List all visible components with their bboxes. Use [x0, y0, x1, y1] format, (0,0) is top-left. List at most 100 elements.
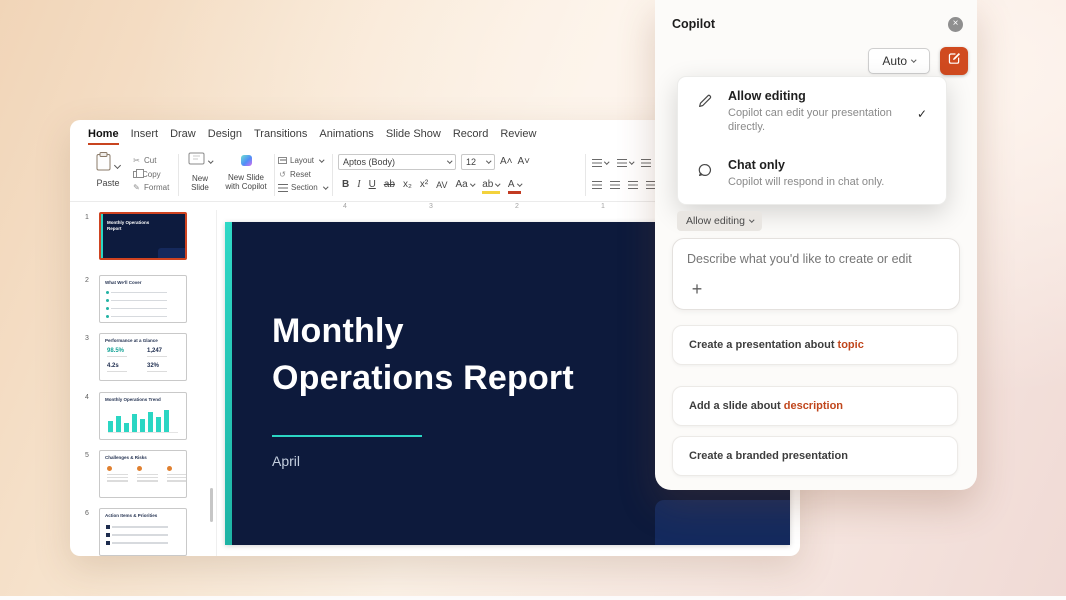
cut-button[interactable]: ✂Cut: [132, 156, 169, 165]
tab-design[interactable]: Design: [208, 128, 242, 145]
prompt-input[interactable]: [687, 248, 945, 270]
tab-slide-show[interactable]: Slide Show: [386, 128, 441, 145]
chevron-down-icon: [323, 184, 328, 189]
new-chat-edit-button[interactable]: [940, 47, 968, 75]
copilot-slide-label-2: with Copilot: [225, 182, 266, 191]
thumbnail-preview: Performance at a Glance 98.5% 1,247 4.2s…: [100, 334, 186, 380]
align-right-icon[interactable]: [628, 181, 638, 189]
cut-label: Cut: [144, 156, 156, 165]
ribbon-divider: [274, 154, 275, 196]
checkmark-icon: ✓: [917, 107, 927, 121]
slide-thumbnail-1[interactable]: Monthly Operations Report: [99, 212, 187, 260]
character-spacing-button[interactable]: AV: [436, 179, 447, 191]
thumbnail-preview: What We'll Cover: [100, 276, 186, 322]
tab-insert[interactable]: Insert: [131, 128, 159, 145]
reset-button[interactable]: ↺Reset: [278, 170, 327, 179]
section-label: Section: [291, 183, 318, 192]
align-center-icon[interactable]: [610, 181, 620, 189]
new-slide-with-copilot-button[interactable]: New Slidewith Copilot: [220, 152, 272, 191]
underline-button[interactable]: U: [369, 179, 376, 191]
tab-animations[interactable]: Animations: [319, 128, 373, 145]
tab-transitions[interactable]: Transitions: [254, 128, 307, 145]
tab-review[interactable]: Review: [500, 128, 536, 145]
slide-thumbnail-3[interactable]: Performance at a Glance 98.5% 1,247 4.2s…: [99, 333, 187, 381]
copilot-composer: +: [672, 238, 960, 310]
shrink-font-button[interactable]: A˅: [518, 156, 531, 168]
bullets-button[interactable]: [592, 154, 609, 172]
new-slide-button[interactable]: NewSlide: [182, 152, 218, 192]
auto-dropdown-button[interactable]: Auto: [868, 48, 930, 74]
slide-thumbnail-2[interactable]: What We'll Cover: [99, 275, 187, 323]
suggestion-create-presentation[interactable]: Create a presentation about topic: [672, 325, 958, 365]
mode-pill-allow-editing[interactable]: Allow editing: [677, 211, 762, 231]
suggestion-add-slide[interactable]: Add a slide about description: [672, 386, 958, 426]
menu-item-chat-only[interactable]: Chat only: [728, 158, 785, 172]
chevron-down-icon: [911, 58, 916, 63]
highlight-label: ab: [482, 179, 493, 190]
slide-thumbnail-5[interactable]: Challenges & Risks: [99, 450, 187, 498]
italic-button[interactable]: I: [357, 179, 360, 191]
format-painter-icon: ✎: [132, 183, 141, 192]
add-content-button[interactable]: +: [688, 279, 706, 300]
slide-title[interactable]: Monthly Operations Report: [272, 308, 574, 402]
copy-button[interactable]: Copy: [132, 170, 169, 179]
font-color-button[interactable]: A: [508, 179, 521, 191]
layout-icon: [278, 157, 287, 164]
suggestion-branded-presentation[interactable]: Create a branded presentation: [672, 436, 958, 476]
tab-draw[interactable]: Draw: [170, 128, 196, 145]
paste-label: Paste: [88, 178, 128, 188]
auto-label: Auto: [882, 54, 907, 68]
tab-home[interactable]: Home: [88, 128, 119, 145]
format-painter-button[interactable]: ✎Format: [132, 183, 169, 192]
superscript-button[interactable]: x²: [420, 179, 428, 191]
font-group-row1: Aptos (Body) 12 A˄ A˅: [338, 154, 530, 170]
text-highlight-button[interactable]: ab: [482, 179, 500, 191]
compose-icon: [947, 51, 962, 71]
slide-subtitle[interactable]: April: [272, 453, 300, 469]
subscript-button[interactable]: x₂: [403, 179, 412, 191]
align-left-icon[interactable]: [592, 181, 602, 189]
slide-number: 2: [85, 277, 89, 284]
pencil-icon: [697, 93, 713, 114]
grow-font-button[interactable]: A˄: [500, 156, 513, 168]
thumbnail-scrollbar[interactable]: [210, 488, 213, 522]
menu-item-allow-editing[interactable]: Allow editing: [728, 89, 806, 103]
section-icon: [278, 184, 288, 192]
strikethrough-button[interactable]: ab: [384, 179, 395, 191]
bullets-icon: [592, 159, 602, 167]
change-case-button[interactable]: Aa: [456, 179, 475, 191]
new-slide-label-2: Slide: [191, 183, 209, 192]
ruler-mark: 4: [343, 203, 347, 210]
close-icon[interactable]: ×: [948, 17, 963, 32]
font-group-row2: B I U ab x₂ x² AV Aa ab A: [342, 179, 521, 191]
slide-thumbnail-6[interactable]: Action Items & Priorities: [99, 508, 187, 556]
copilot-gem-icon: [241, 155, 252, 166]
chevron-down-icon: [486, 159, 491, 164]
thumbnail-preview: Challenges & Risks: [100, 451, 186, 497]
section-button[interactable]: Section: [278, 183, 327, 192]
chevron-down-icon: [496, 181, 501, 186]
slide-number: 6: [85, 510, 89, 517]
new-slide-icon: [188, 153, 213, 170]
numbering-button[interactable]: [617, 154, 634, 172]
layout-button[interactable]: Layout: [278, 156, 327, 165]
font-name-combobox[interactable]: Aptos (Body): [338, 154, 456, 170]
font-color-label: A: [508, 179, 515, 190]
paste-clipboard-icon: [96, 158, 120, 175]
format-painter-label: Format: [144, 183, 169, 192]
slides-layout-group: Layout ↺Reset Section: [278, 156, 327, 192]
indent-icon[interactable]: [641, 159, 651, 167]
slide-thumbnail-4[interactable]: Monthly Operations Trend: [99, 392, 187, 440]
slide-number: 4: [85, 394, 89, 401]
font-size-combobox[interactable]: 12: [461, 154, 495, 170]
layout-label: Layout: [290, 156, 314, 165]
thumbnail-preview: Action Items & Priorities: [100, 509, 186, 555]
tab-record[interactable]: Record: [453, 128, 488, 145]
ribbon-tab-bar: Home Insert Draw Design Transitions Anim…: [88, 128, 536, 145]
paste-button[interactable]: Paste: [88, 152, 128, 188]
bold-button[interactable]: B: [342, 179, 349, 191]
chevron-down-icon: [319, 157, 324, 162]
thumbnail-panel-divider: [216, 210, 217, 556]
chat-bubble-icon: [697, 162, 713, 183]
menu-item-description: Copilot will respond in chat only.: [728, 176, 904, 190]
